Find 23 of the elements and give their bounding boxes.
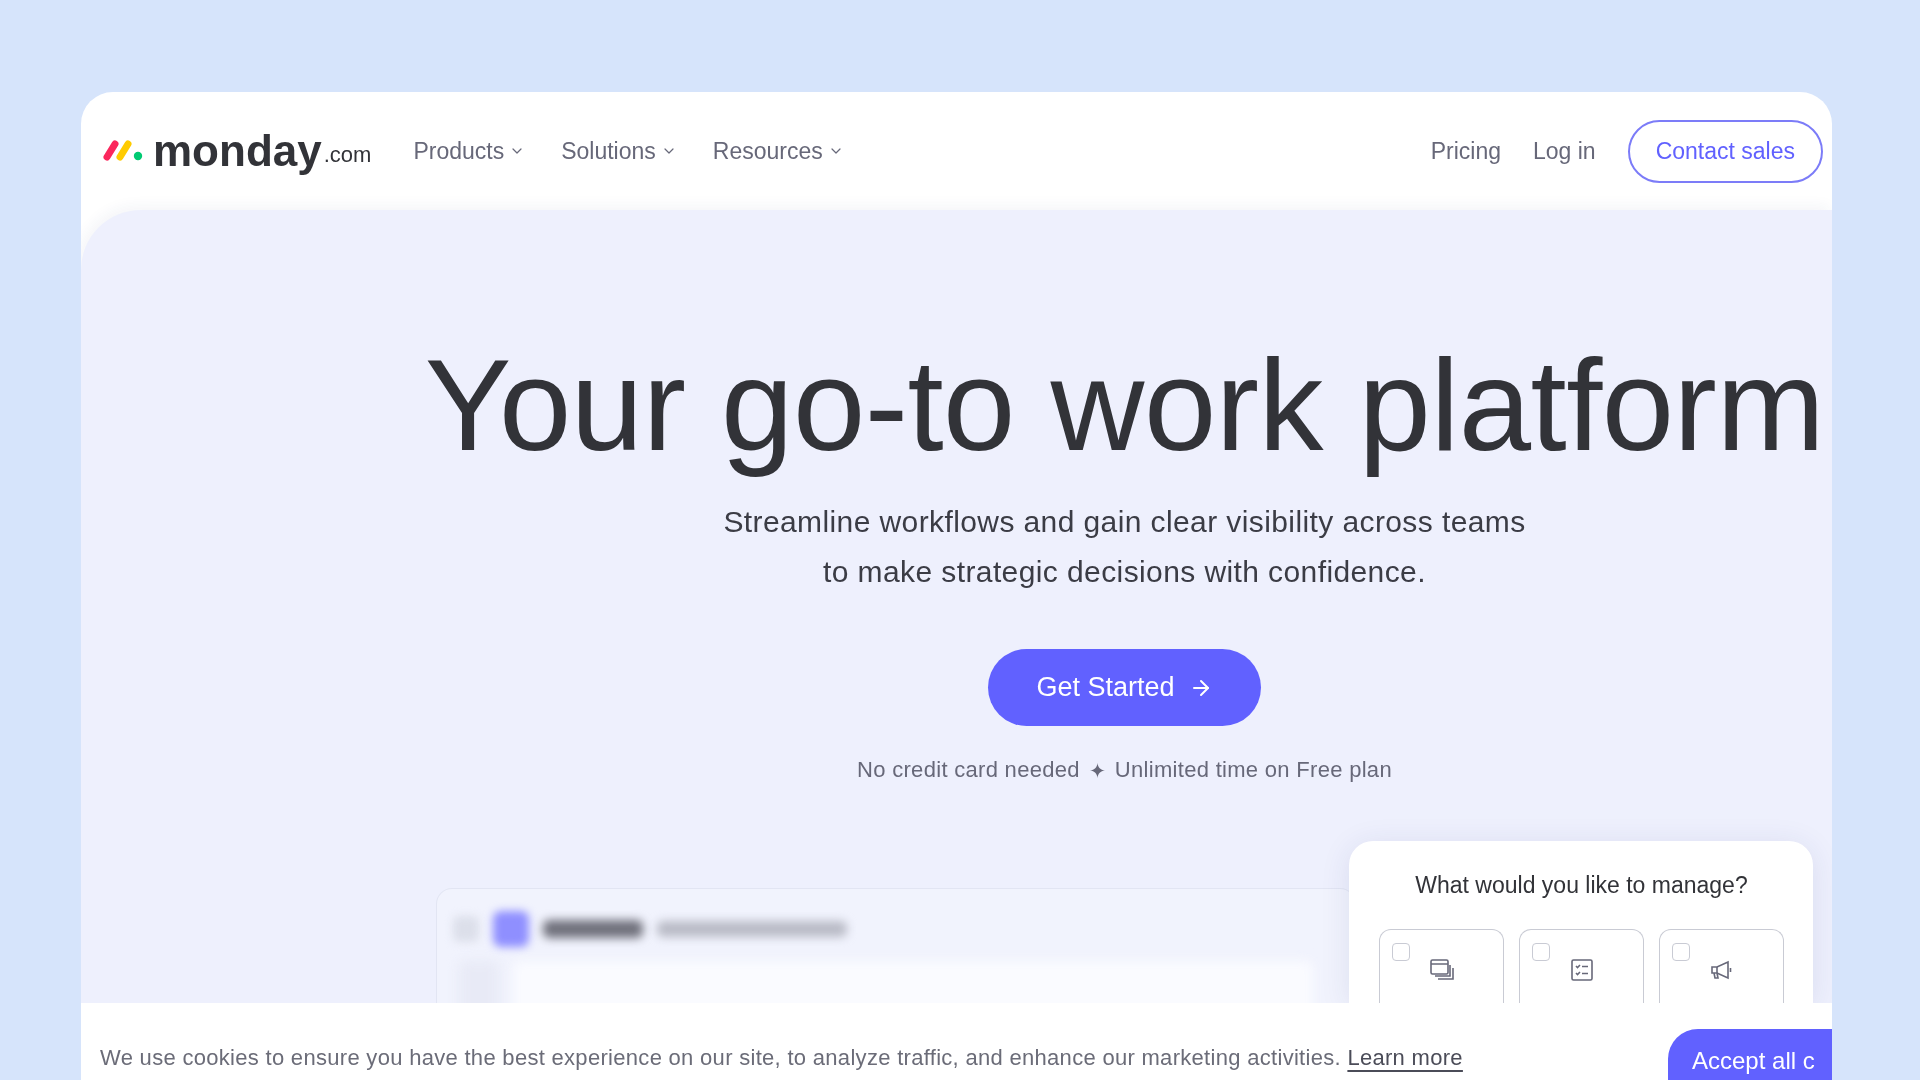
- hero-subtitle: Streamline workflows and gain clear visibility across teams to make strategic decisions with confidence.: [723, 504, 1526, 590]
- widget-title: What would you like to manage?: [1414, 871, 1749, 899]
- checkbox[interactable]: [1532, 943, 1550, 961]
- learn-more-link[interactable]: Learn more: [1347, 1045, 1463, 1070]
- checkbox[interactable]: [1672, 943, 1690, 961]
- contact-sales-button[interactable]: Contact sales: [1627, 119, 1823, 183]
- logo-suffix[interactable]: .com: [323, 144, 372, 166]
- nav-link[interactable]: Pricing: [1430, 137, 1501, 165]
- hero-note: Unlimited time on Free plan: [1114, 757, 1392, 783]
- logo-wordmark[interactable]: monday: [153, 127, 322, 175]
- sparkle-icon: [1089, 762, 1105, 778]
- get-started-button[interactable]: Get Started: [988, 649, 1261, 726]
- checklist-icon: [1568, 957, 1595, 983]
- checkbox[interactable]: [1392, 943, 1410, 961]
- hero-title: Your go-to work platform: [424, 331, 1825, 480]
- hero-note: No credit card needed: [857, 757, 1080, 783]
- accept-cookies-button[interactable]: Accept all c: [1668, 1029, 1832, 1080]
- cookie-notice: We use cookies to ensure you have the best experience on our site, to analyze traffic, and enhance our marketing activities. Learn more: [100, 1045, 1463, 1071]
- stacked-windows-icon: [1428, 957, 1455, 983]
- nav-link[interactable]: Log in: [1532, 137, 1596, 165]
- nav-menu-item[interactable]: Resources: [712, 137, 844, 165]
- nav-menu-item[interactable]: Products: [413, 137, 526, 165]
- nav-menu-item[interactable]: Solutions: [561, 137, 677, 165]
